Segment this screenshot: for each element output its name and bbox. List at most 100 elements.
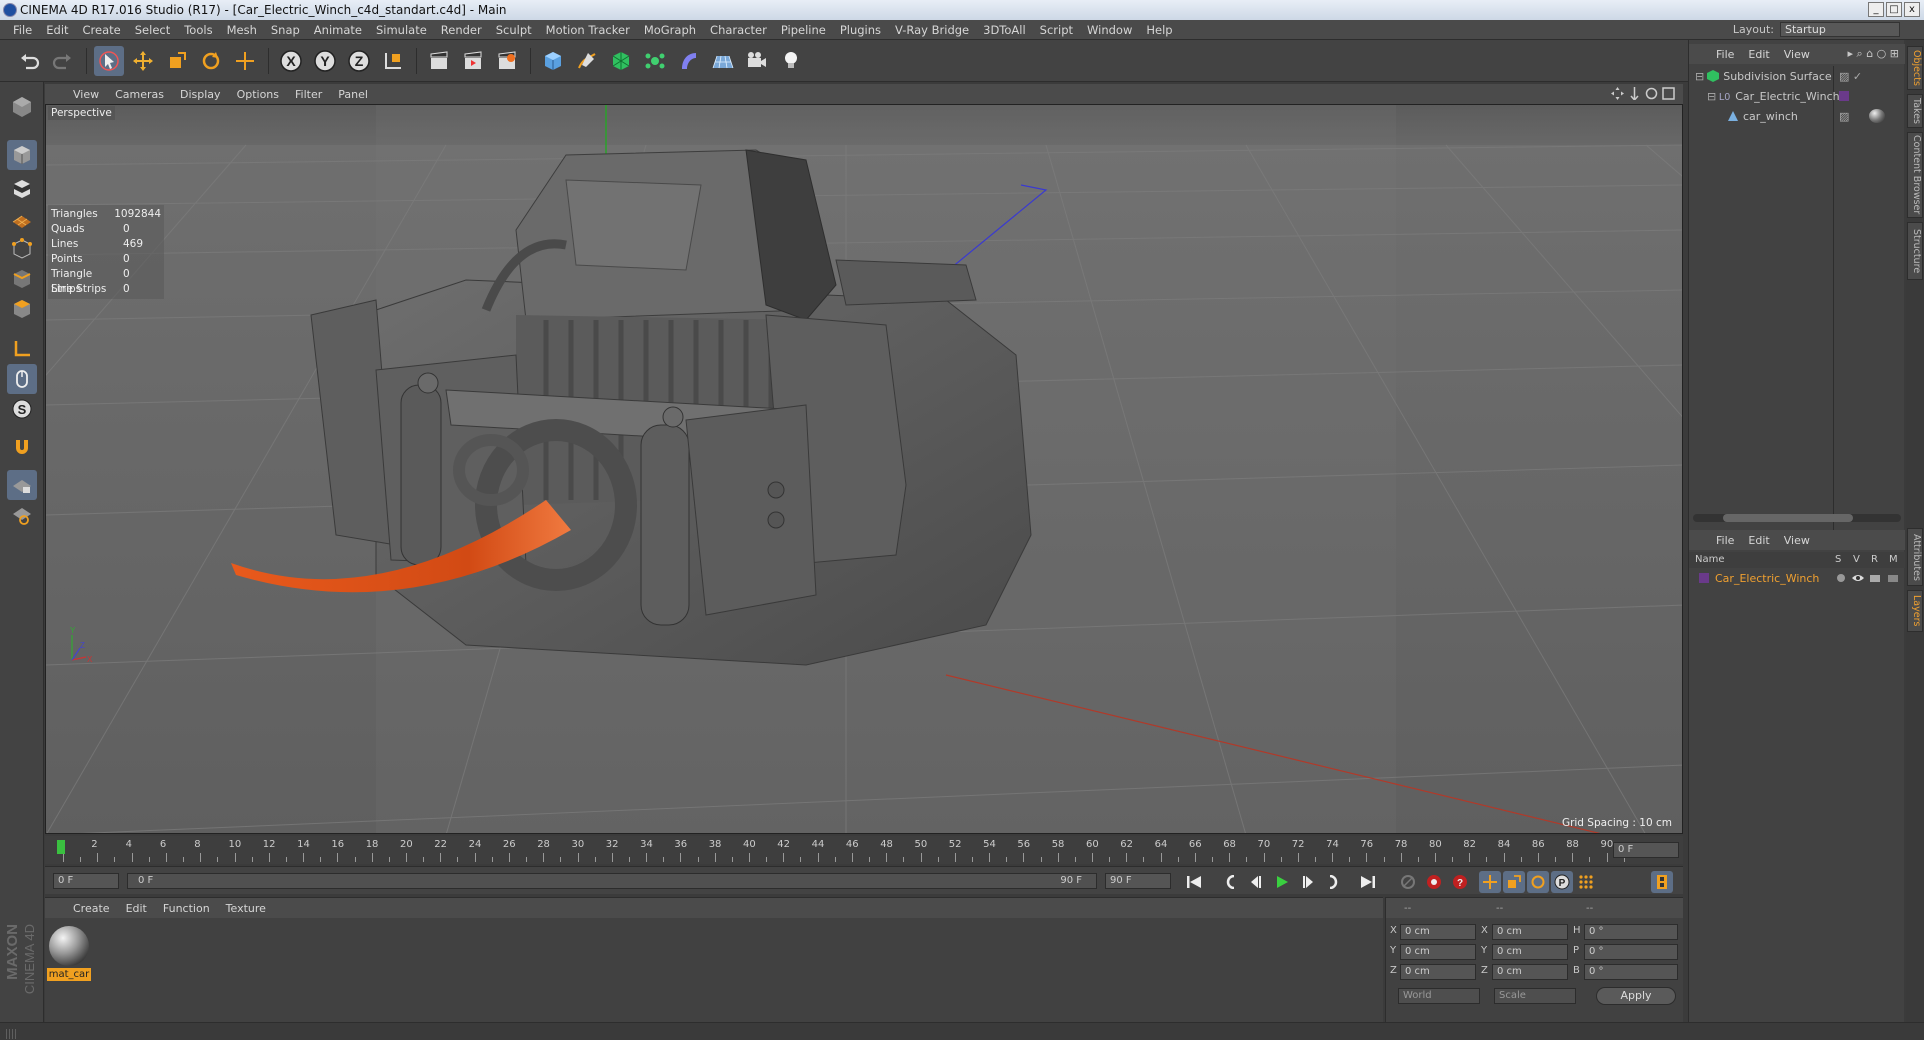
recent-tool-button[interactable] xyxy=(230,46,260,76)
layer-menu-view[interactable]: View xyxy=(1777,534,1817,547)
scale-tool-button[interactable] xyxy=(162,46,192,76)
magnet-tool-button[interactable] xyxy=(7,432,37,462)
object-scrollbar[interactable] xyxy=(1693,514,1901,522)
object-menu-edit[interactable]: Edit xyxy=(1741,48,1776,61)
material-tag[interactable] xyxy=(1869,109,1885,123)
viewport-pan-icon[interactable] xyxy=(1611,87,1624,100)
material-menu-create[interactable]: Create xyxy=(65,902,118,915)
maximize-button[interactable]: □ xyxy=(1886,2,1902,17)
layer-render-icon[interactable] xyxy=(1869,573,1881,583)
mograph-cloner-button[interactable] xyxy=(640,46,670,76)
go-to-start-button[interactable] xyxy=(1183,871,1205,893)
menu-animate[interactable]: Animate xyxy=(307,23,369,37)
lock-workplane-button[interactable] xyxy=(7,470,37,500)
z-axis-button[interactable]: Z xyxy=(344,46,374,76)
tab-layers[interactable]: Layers xyxy=(1907,590,1923,632)
key-rotation-button[interactable] xyxy=(1527,871,1549,893)
tab-structure[interactable]: Structure xyxy=(1907,222,1923,280)
previous-frame-button[interactable] xyxy=(1245,871,1267,893)
record-keys-button[interactable] xyxy=(1397,871,1419,893)
menu-pipeline[interactable]: Pipeline xyxy=(774,23,833,37)
move-tool-button[interactable] xyxy=(128,46,158,76)
undo-button[interactable] xyxy=(14,46,44,76)
menu-file[interactable]: File xyxy=(6,23,39,37)
key-pla-button[interactable] xyxy=(1575,871,1597,893)
tab-attributes[interactable]: Attributes xyxy=(1907,528,1923,586)
perspective-viewport[interactable]: Y Z X Perspective Triangles 1092844 Quads… xyxy=(45,104,1683,834)
x-axis-button[interactable]: X xyxy=(276,46,306,76)
frame-range-slider[interactable]: 0 F 90 F xyxy=(127,873,1097,889)
edges-mode-button[interactable] xyxy=(7,264,37,294)
viewport-zoom-icon[interactable] xyxy=(1628,87,1641,100)
end-frame-field[interactable]: 90 F xyxy=(1105,873,1171,889)
menu-motion-tracker[interactable]: Motion Tracker xyxy=(539,23,637,37)
go-to-end-button[interactable] xyxy=(1357,871,1379,893)
points-mode-button[interactable] xyxy=(7,234,37,264)
planar-workplane-button[interactable] xyxy=(7,500,37,530)
menu-create[interactable]: Create xyxy=(76,23,128,37)
playhead[interactable] xyxy=(57,840,65,854)
current-frame-field[interactable]: 0 F xyxy=(1613,842,1679,858)
menu-snap[interactable]: Snap xyxy=(264,23,307,37)
menu-plugins[interactable]: Plugins xyxy=(833,23,888,37)
key-scale-button[interactable] xyxy=(1503,871,1525,893)
menu-character[interactable]: Character xyxy=(703,23,774,37)
next-key-button[interactable] xyxy=(1323,871,1345,893)
viewport-menu-options[interactable]: Options xyxy=(229,88,287,101)
menu-mesh[interactable]: Mesh xyxy=(220,23,264,37)
menu-edit[interactable]: Edit xyxy=(39,23,75,37)
menu-help[interactable]: Help xyxy=(1139,23,1179,37)
minimize-button[interactable]: _ xyxy=(1868,2,1884,17)
size-z-field[interactable]: 0 cm xyxy=(1492,964,1568,980)
cube-primitive-button[interactable] xyxy=(538,46,568,76)
tab-objects[interactable]: Objects xyxy=(1907,46,1923,90)
autokey-button[interactable] xyxy=(1423,871,1445,893)
viewport-rotate-icon[interactable] xyxy=(1645,87,1658,100)
layer-menu-edit[interactable]: Edit xyxy=(1741,534,1776,547)
viewport-menu-view[interactable]: View xyxy=(65,88,107,101)
model-mode-button[interactable] xyxy=(7,140,37,170)
menu-3dtoall[interactable]: 3DToAll xyxy=(976,23,1033,37)
light-button[interactable] xyxy=(776,46,806,76)
object-row[interactable]: ⊟ L0 Car_Electric_Winch xyxy=(1689,86,1905,106)
layer-manager-icon[interactable] xyxy=(1887,573,1899,583)
texture-mode-button[interactable] xyxy=(7,174,37,204)
layer-solo-toggle[interactable] xyxy=(1837,574,1845,582)
tweak-mode-button[interactable] xyxy=(7,364,37,394)
material-menu-function[interactable]: Function xyxy=(155,902,218,915)
layout-select[interactable]: Startup xyxy=(1780,22,1900,37)
size-y-field[interactable]: 0 cm xyxy=(1492,944,1568,960)
size-x-field[interactable]: 0 cm xyxy=(1492,924,1568,940)
object-edit-check[interactable]: ▨ xyxy=(1839,110,1849,123)
material-menu-texture[interactable]: Texture xyxy=(218,902,274,915)
axis-mode-button[interactable] xyxy=(7,334,37,364)
position-x-field[interactable]: 0 cm xyxy=(1400,924,1476,940)
rotation-p-field[interactable]: 0 ° xyxy=(1584,944,1678,960)
tab-takes[interactable]: Takes xyxy=(1907,94,1923,128)
layer-row[interactable]: Car_Electric_Winch xyxy=(1689,569,1905,587)
viewport-menu-filter[interactable]: Filter xyxy=(287,88,330,101)
play-button[interactable] xyxy=(1271,871,1293,893)
key-parameter-button[interactable]: P xyxy=(1551,871,1573,893)
menu-mograph[interactable]: MoGraph xyxy=(637,23,703,37)
menu-vray-bridge[interactable]: V-Ray Bridge xyxy=(888,23,976,37)
timeline-ruler[interactable]: 0246810121416182022242628303234363840424… xyxy=(45,836,1683,864)
layer-menu-file[interactable]: File xyxy=(1709,534,1741,547)
object-toolbar-icons[interactable]: ▸ ⌕ ⌂ ○ ⊞ xyxy=(1848,47,1899,61)
render-picture-viewer-button[interactable] xyxy=(458,46,488,76)
viewport-menu-display[interactable]: Display xyxy=(172,88,229,101)
menu-sculpt[interactable]: Sculpt xyxy=(489,23,539,37)
object-row[interactable]: ⊟ Subdivision Surface ▨ ✓ xyxy=(1689,66,1905,86)
viewport-menu-cameras[interactable]: Cameras xyxy=(107,88,172,101)
redo-button[interactable] xyxy=(48,46,78,76)
close-button[interactable]: x xyxy=(1904,2,1920,17)
snap-button[interactable]: S xyxy=(7,394,37,424)
floor-button[interactable] xyxy=(708,46,738,76)
timeline-window-button[interactable] xyxy=(1651,871,1673,893)
live-selection-button[interactable] xyxy=(94,46,124,76)
layer-color-swatch[interactable] xyxy=(1839,91,1849,101)
make-editable-button[interactable] xyxy=(7,92,37,122)
subdivision-button[interactable] xyxy=(606,46,636,76)
viewport-maximize-icon[interactable] xyxy=(1662,87,1675,100)
render-settings-button[interactable] xyxy=(492,46,522,76)
